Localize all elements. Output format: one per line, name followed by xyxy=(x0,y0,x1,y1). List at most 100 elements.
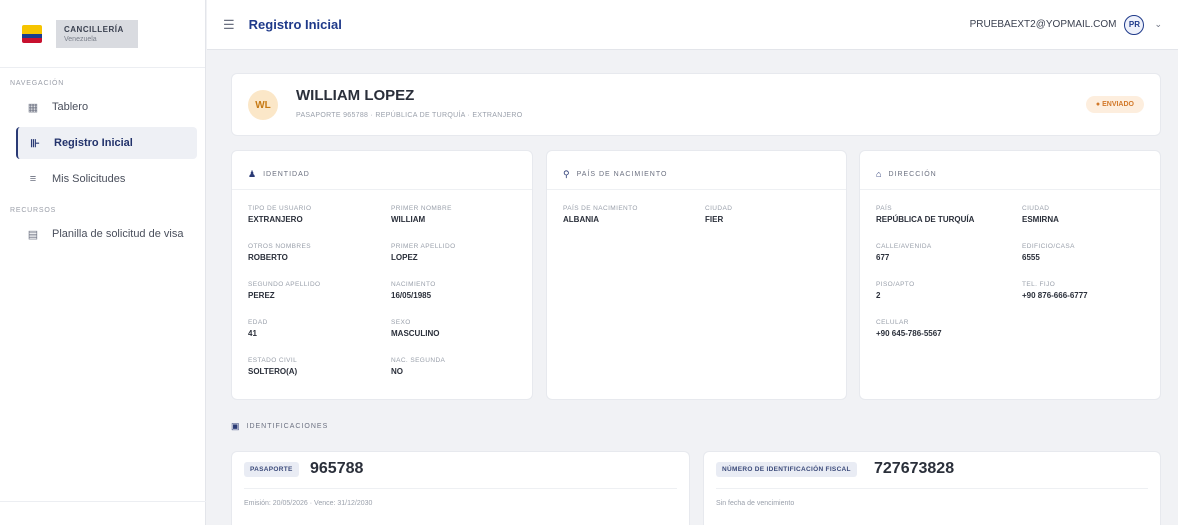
identificaciones-title-text: IDENTIFICACIONES xyxy=(246,423,329,430)
sidebar-item-label: Tablero xyxy=(52,101,89,113)
field-label: EDIFICIO/CASA xyxy=(1022,243,1075,250)
direccion-title: ⌂ DIRECCIÓN xyxy=(876,169,937,179)
field-label: PISO/APTO xyxy=(876,281,915,288)
brand[interactable]: CANCILLERÍA Venezuela xyxy=(0,0,205,68)
field-primer-apellido: PRIMER APELLIDO LOPEZ xyxy=(391,243,531,262)
field-value: PEREZ xyxy=(248,291,275,300)
location-pin-icon: ⚲ xyxy=(563,169,571,179)
brand-name: CANCILLERÍA xyxy=(64,24,124,34)
field-calle: CALLE/AVENIDA 677 xyxy=(876,243,1016,262)
field-sexo: SEXO MASCULINO xyxy=(391,319,531,338)
divider xyxy=(244,488,677,489)
menu-icon[interactable]: ☰ xyxy=(223,17,235,33)
field-value: LOPEZ xyxy=(391,253,418,262)
sidebar-footer xyxy=(0,501,206,525)
field-label: Ciudad xyxy=(705,205,733,212)
field-value: 6555 xyxy=(1022,253,1040,262)
person-icon: ♟ xyxy=(248,169,258,179)
field-label: OTROS NOMBRES xyxy=(248,243,311,250)
field-label: Ciudad xyxy=(1022,205,1050,212)
field-pais: PAÍS REPÚBLICA DE TURQUÍA xyxy=(876,205,1016,224)
user-email: PRUEBAEXT2@YOPMAIL.COM xyxy=(969,19,1117,30)
field-edificio: EDIFICIO/CASA 6555 xyxy=(1022,243,1162,262)
sidebar-item-tablero[interactable]: ▦ Tablero xyxy=(16,91,197,123)
field-value: WILLIAM xyxy=(391,215,426,224)
identidad-title-text: IDENTIDAD xyxy=(263,171,310,178)
field-estado-civil: ESTADO CIVIL SOLTERO(A) xyxy=(248,357,388,376)
field-value: ESMIRNA xyxy=(1022,215,1059,224)
field-label: NAC. SEGUNDA xyxy=(391,357,446,364)
field-pais-nacimiento: PAÍS DE NACIMIENTO ALBANIA xyxy=(563,205,703,224)
identificaciones-title: ▣ IDENTIFICACIONES xyxy=(231,421,328,432)
section-label-recursos: RECURSOS xyxy=(10,207,57,214)
user-menu[interactable]: PRUEBAEXT2@YOPMAIL.COM PR ⌄ xyxy=(969,14,1162,35)
field-segundo-apellido: SEGUNDO APELLIDO PEREZ xyxy=(248,281,388,300)
field-celular: CELULAR +90 645-786-5567 xyxy=(876,319,1016,338)
field-label: ESTADO CIVIL xyxy=(248,357,298,364)
flag-logo xyxy=(22,24,42,43)
field-label: SEXO xyxy=(391,319,411,326)
field-value: 677 xyxy=(876,253,890,262)
field-tipo-usuario: TIPO DE USUARIO EXTRANJERO xyxy=(248,205,388,224)
field-nacimiento: NACIMIENTO 16/05/1985 xyxy=(391,281,531,300)
profile-name: WILLIAM LOPEZ xyxy=(296,87,415,104)
tax-id-number: 727673828 xyxy=(874,460,955,477)
field-label: PRIMER NOMBRE xyxy=(391,205,452,212)
sidebar-item-label: Planilla de solicitud de visa xyxy=(52,228,184,240)
field-ciudad-nacimiento: Ciudad FIER xyxy=(705,205,845,224)
field-value: +90 645-786-5567 xyxy=(876,329,942,338)
passport-number: 965788 xyxy=(310,460,364,477)
field-value: FIER xyxy=(705,215,724,224)
top-header: ☰ Registro Inicial PRUEBAEXT2@YOPMAIL.CO… xyxy=(207,0,1178,50)
field-value: 2 xyxy=(876,291,881,300)
sidebar-item-planilla-visa[interactable]: ▤ Planilla de solicitud de visa xyxy=(16,218,197,250)
profile-subtitle: PASAPORTE 965788 · REPÚBLICA DE TURQUÍA … xyxy=(296,112,523,119)
briefcase-icon: ▣ xyxy=(231,421,241,431)
identidad-card: ♟ IDENTIDAD TIPO DE USUARIO EXTRANJERO PR… xyxy=(231,150,533,400)
field-value: SOLTERO(A) xyxy=(248,367,298,376)
sidebar-item-label: Mis Solicitudes xyxy=(52,173,126,185)
section-label-navegacion: NAVEGACIÓN xyxy=(10,80,65,87)
divider xyxy=(716,488,1148,489)
avatar[interactable]: PR xyxy=(1124,14,1145,35)
field-piso: PISO/APTO 2 xyxy=(876,281,1016,300)
field-edad: EDAD 41 xyxy=(248,319,388,338)
nacimiento-card: ⚲ PAÍS DE NACIMIENTO PAÍS DE NACIMIENTO A… xyxy=(546,150,847,400)
nacimiento-title: ⚲ PAÍS DE NACIMIENTO xyxy=(563,169,667,180)
field-label: CALLE/AVENIDA xyxy=(876,243,932,250)
field-value: MASCULINO xyxy=(391,329,440,338)
divider xyxy=(232,189,532,190)
field-label: TEL. FIJO xyxy=(1022,281,1056,288)
divider xyxy=(547,189,846,190)
field-nac-segunda: NAC. SEGUNDA NO xyxy=(391,357,531,376)
field-primer-nombre: PRIMER NOMBRE WILLIAM xyxy=(391,205,531,224)
sidebar-item-mis-solicitudes[interactable]: ≡ Mis Solicitudes xyxy=(16,163,197,195)
field-label: NACIMIENTO xyxy=(391,281,436,288)
brand-sub: Venezuela xyxy=(64,35,97,43)
field-value: 16/05/1985 xyxy=(391,291,432,300)
field-label: PAÍS xyxy=(876,205,892,212)
profile-card: WL WILLIAM LOPEZ PASAPORTE 965788 · REPÚ… xyxy=(231,73,1161,136)
field-value: 41 xyxy=(248,329,257,338)
sidebar-item-label: Registro Inicial xyxy=(54,137,133,149)
passport-card: PASAPORTE 965788 Emisión: 20/05/2026 · V… xyxy=(231,451,690,525)
field-label: EDAD xyxy=(248,319,268,326)
status-badge: ● ENVIADO xyxy=(1085,96,1144,113)
profile-avatar: WL xyxy=(248,90,278,120)
sidebar: CANCILLERÍA Venezuela NAVEGACIÓN ▦ Table… xyxy=(0,0,206,525)
field-value: ALBANIA xyxy=(563,215,599,224)
field-label: PAÍS DE NACIMIENTO xyxy=(563,205,638,212)
passport-tag: PASAPORTE xyxy=(244,462,299,477)
field-value: +90 876-666-6777 xyxy=(1022,291,1088,300)
page-title: Registro Inicial xyxy=(248,17,342,32)
brand-box: CANCILLERÍA Venezuela xyxy=(56,19,138,48)
field-label: PRIMER APELLIDO xyxy=(391,243,456,250)
tax-id-tag: NÚMERO DE IDENTIFICACIÓN FISCAL xyxy=(716,462,857,477)
chevron-down-icon[interactable]: ⌄ xyxy=(1154,19,1162,30)
tax-id-meta: Sin fecha de vencimiento xyxy=(716,500,795,507)
field-value: NO xyxy=(391,367,403,376)
list-icon: ≡ xyxy=(29,173,37,185)
passport-dates: Emisión: 20/05/2026 · Vence: 31/12/2030 xyxy=(244,500,373,507)
sidebar-item-registro-inicial[interactable]: ⊪ Registro Inicial xyxy=(16,127,197,159)
field-value: EXTRANJERO xyxy=(248,215,303,224)
